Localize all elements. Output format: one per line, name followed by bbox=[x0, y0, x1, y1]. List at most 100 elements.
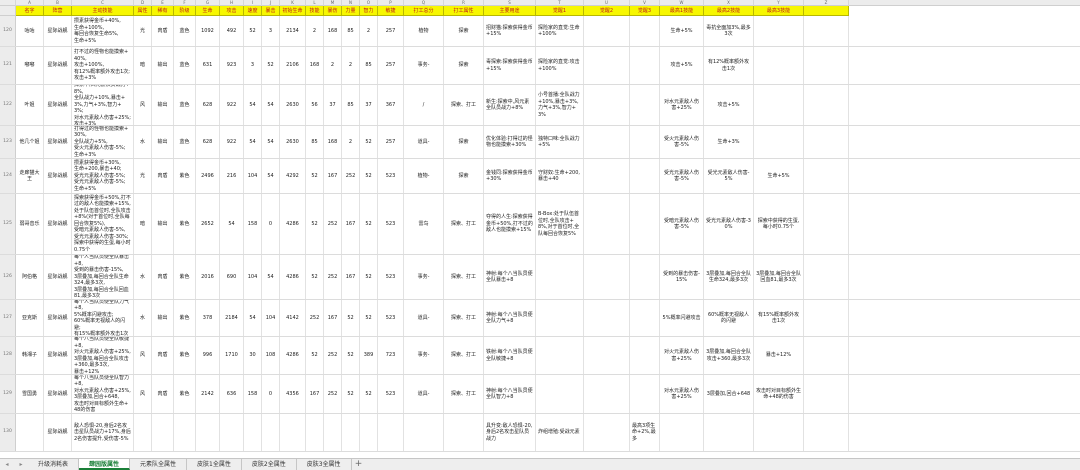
column-header[interactable]: 智力 bbox=[360, 6, 378, 16]
table-cell[interactable]: 攒素获得金币+30%, 生命+200,暴击+40; 受光元素敌人伤害-5%; 受… bbox=[72, 159, 134, 193]
table-cell[interactable]: 星际战舰 bbox=[44, 300, 72, 336]
table-cell[interactable]: 优化体验:打得过的怪物也能摸索+30% bbox=[484, 126, 536, 158]
table-cell[interactable]: 3层叠加,每回合全队攻击+360,最多3次 bbox=[704, 337, 754, 374]
table-cell[interactable]: 阿伯格 bbox=[16, 255, 44, 299]
table-cell[interactable]: 37 bbox=[324, 85, 342, 125]
table-cell[interactable]: 亚克斯 bbox=[16, 300, 44, 336]
table-cell[interactable]: 守财奴:生命+200,暴击+40 bbox=[536, 159, 584, 193]
table-cell[interactable] bbox=[342, 414, 360, 451]
column-header[interactable]: 主要用途 bbox=[484, 6, 536, 16]
table-cell[interactable] bbox=[584, 375, 630, 413]
table-cell[interactable]: 85 bbox=[360, 47, 378, 84]
table-cell[interactable]: 723 bbox=[378, 337, 404, 374]
table-cell[interactable]: 252 bbox=[324, 255, 342, 299]
table-cell[interactable] bbox=[804, 337, 849, 374]
table-cell[interactable] bbox=[630, 159, 660, 193]
table-cell[interactable]: 攒素获得金币+40%, 生命+100%, 每回合恢复生命5%, 生命+5% bbox=[72, 16, 134, 46]
table-cell[interactable]: 风 bbox=[134, 375, 152, 413]
row-number[interactable]: 123 bbox=[0, 126, 16, 158]
table-cell[interactable]: 光 bbox=[134, 16, 152, 46]
table-cell[interactable] bbox=[660, 414, 704, 451]
column-header[interactable]: 攻击 bbox=[220, 6, 244, 16]
table-cell[interactable]: 216 bbox=[220, 159, 244, 193]
table-cell[interactable]: 52 bbox=[360, 194, 378, 254]
table-cell[interactable]: 52 bbox=[306, 337, 324, 374]
table-cell[interactable] bbox=[324, 414, 342, 451]
table-cell[interactable]: 54 bbox=[220, 194, 244, 254]
table-cell[interactable] bbox=[630, 126, 660, 158]
table-cell[interactable] bbox=[584, 126, 630, 158]
table-cell[interactable] bbox=[630, 85, 660, 125]
table-cell[interactable]: 有15%概率额外攻击1次 bbox=[754, 300, 804, 336]
table-cell[interactable]: 肉盾 bbox=[152, 16, 174, 46]
table-cell[interactable]: 每个人当队员便全队力气+8, 5%概率闪避攻击; 60%概率无视敌人的闪避; 有… bbox=[72, 300, 134, 336]
table-cell[interactable]: 0 bbox=[262, 194, 280, 254]
table-cell[interactable] bbox=[584, 16, 630, 46]
add-sheet-button[interactable]: + bbox=[352, 459, 366, 470]
table-cell[interactable] bbox=[754, 126, 804, 158]
table-cell[interactable]: 252 bbox=[306, 300, 324, 336]
table-cell[interactable] bbox=[804, 194, 849, 254]
table-cell[interactable] bbox=[584, 194, 630, 254]
table-cell[interactable]: 3层叠加,回合+648 bbox=[704, 375, 754, 413]
table-cell[interactable]: 2496 bbox=[196, 159, 220, 193]
table-cell[interactable]: 输出 bbox=[152, 47, 174, 84]
table-cell[interactable] bbox=[804, 85, 849, 125]
sheet-tab[interactable]: 元素队全属性 bbox=[130, 459, 188, 470]
table-cell[interactable]: 探索 bbox=[444, 47, 484, 84]
table-cell[interactable]: 打不过的怪物也能摸索+40%, 攻击+100%, 有12%概率额外攻击1次; 攻… bbox=[72, 47, 134, 84]
table-cell[interactable]: 探索中,风元素队员战力+8%, 全队战力+10%,暴击+3%,力气+3%,智力+… bbox=[72, 85, 134, 125]
table-cell[interactable]: 167 bbox=[342, 194, 360, 254]
table-cell[interactable] bbox=[280, 414, 306, 451]
table-cell[interactable]: 受暗元素敌人伤害-5% bbox=[660, 194, 704, 254]
table-cell[interactable]: 52 bbox=[342, 375, 360, 413]
table-cell[interactable]: 对水元素敌人伤害+25% bbox=[660, 375, 704, 413]
row-number[interactable]: 120 bbox=[0, 16, 16, 46]
table-cell[interactable]: 30 bbox=[244, 337, 262, 374]
table-cell[interactable] bbox=[804, 126, 849, 158]
table-cell[interactable]: 996 bbox=[196, 337, 220, 374]
table-cell[interactable]: 3层叠加,每回合全队回血81,最多3次 bbox=[754, 255, 804, 299]
table-cell[interactable]: 咕咕 bbox=[16, 16, 44, 46]
table-cell[interactable]: 4142 bbox=[280, 300, 306, 336]
table-cell[interactable]: 受到的暴击伤害-15% bbox=[660, 255, 704, 299]
table-cell[interactable]: 367 bbox=[378, 85, 404, 125]
table-cell[interactable] bbox=[244, 414, 262, 451]
table-cell[interactable] bbox=[630, 194, 660, 254]
table-cell[interactable]: 神射:每个八当队员便全队力气+8 bbox=[484, 300, 536, 336]
sheet-tab[interactable]: 皮肤1全属性 bbox=[187, 459, 242, 470]
table-cell[interactable]: 探索中获得的生蛋,每小时0.75个 bbox=[754, 194, 804, 254]
table-cell[interactable]: 生命+3% bbox=[704, 126, 754, 158]
table-cell[interactable]: 弱哥音乐 bbox=[16, 194, 44, 254]
table-cell[interactable]: 252 bbox=[324, 194, 342, 254]
table-cell[interactable]: 独特口味:全队战力+5% bbox=[536, 126, 584, 158]
table-cell[interactable]: 167 bbox=[306, 375, 324, 413]
table-cell[interactable] bbox=[584, 255, 630, 299]
table-cell[interactable]: 紫色 bbox=[174, 300, 196, 336]
table-cell[interactable]: 神射:每个八当队员便全队暴击+8 bbox=[484, 255, 536, 299]
table-cell[interactable]: 2184 bbox=[220, 300, 244, 336]
table-cell[interactable]: 52 bbox=[306, 159, 324, 193]
table-cell[interactable] bbox=[536, 375, 584, 413]
table-cell[interactable]: 523 bbox=[378, 255, 404, 299]
column-header[interactable]: 打工总分 bbox=[404, 6, 444, 16]
table-cell[interactable]: 紫色 bbox=[174, 255, 196, 299]
table-cell[interactable]: 56 bbox=[306, 85, 324, 125]
table-cell[interactable]: 3 bbox=[244, 47, 262, 84]
table-cell[interactable] bbox=[804, 375, 849, 413]
table-cell[interactable] bbox=[804, 414, 849, 451]
column-header[interactable]: 速度 bbox=[244, 6, 262, 16]
table-cell[interactable]: 3 bbox=[262, 16, 280, 46]
table-cell[interactable]: 道具- bbox=[404, 375, 444, 413]
table-cell[interactable] bbox=[630, 300, 660, 336]
table-cell[interactable]: 铁射:每个八当队员便全队敏捷+8 bbox=[484, 337, 536, 374]
row-number[interactable]: 128 bbox=[0, 337, 16, 374]
table-cell[interactable] bbox=[536, 300, 584, 336]
table-cell[interactable]: 植物 bbox=[404, 16, 444, 46]
table-cell[interactable]: 水 bbox=[134, 126, 152, 158]
table-cell[interactable]: 628 bbox=[196, 85, 220, 125]
table-cell[interactable]: 事务- bbox=[404, 255, 444, 299]
table-cell[interactable] bbox=[754, 85, 804, 125]
table-cell[interactable]: 52 bbox=[360, 126, 378, 158]
column-header[interactable]: 最高3技能 bbox=[754, 6, 804, 16]
